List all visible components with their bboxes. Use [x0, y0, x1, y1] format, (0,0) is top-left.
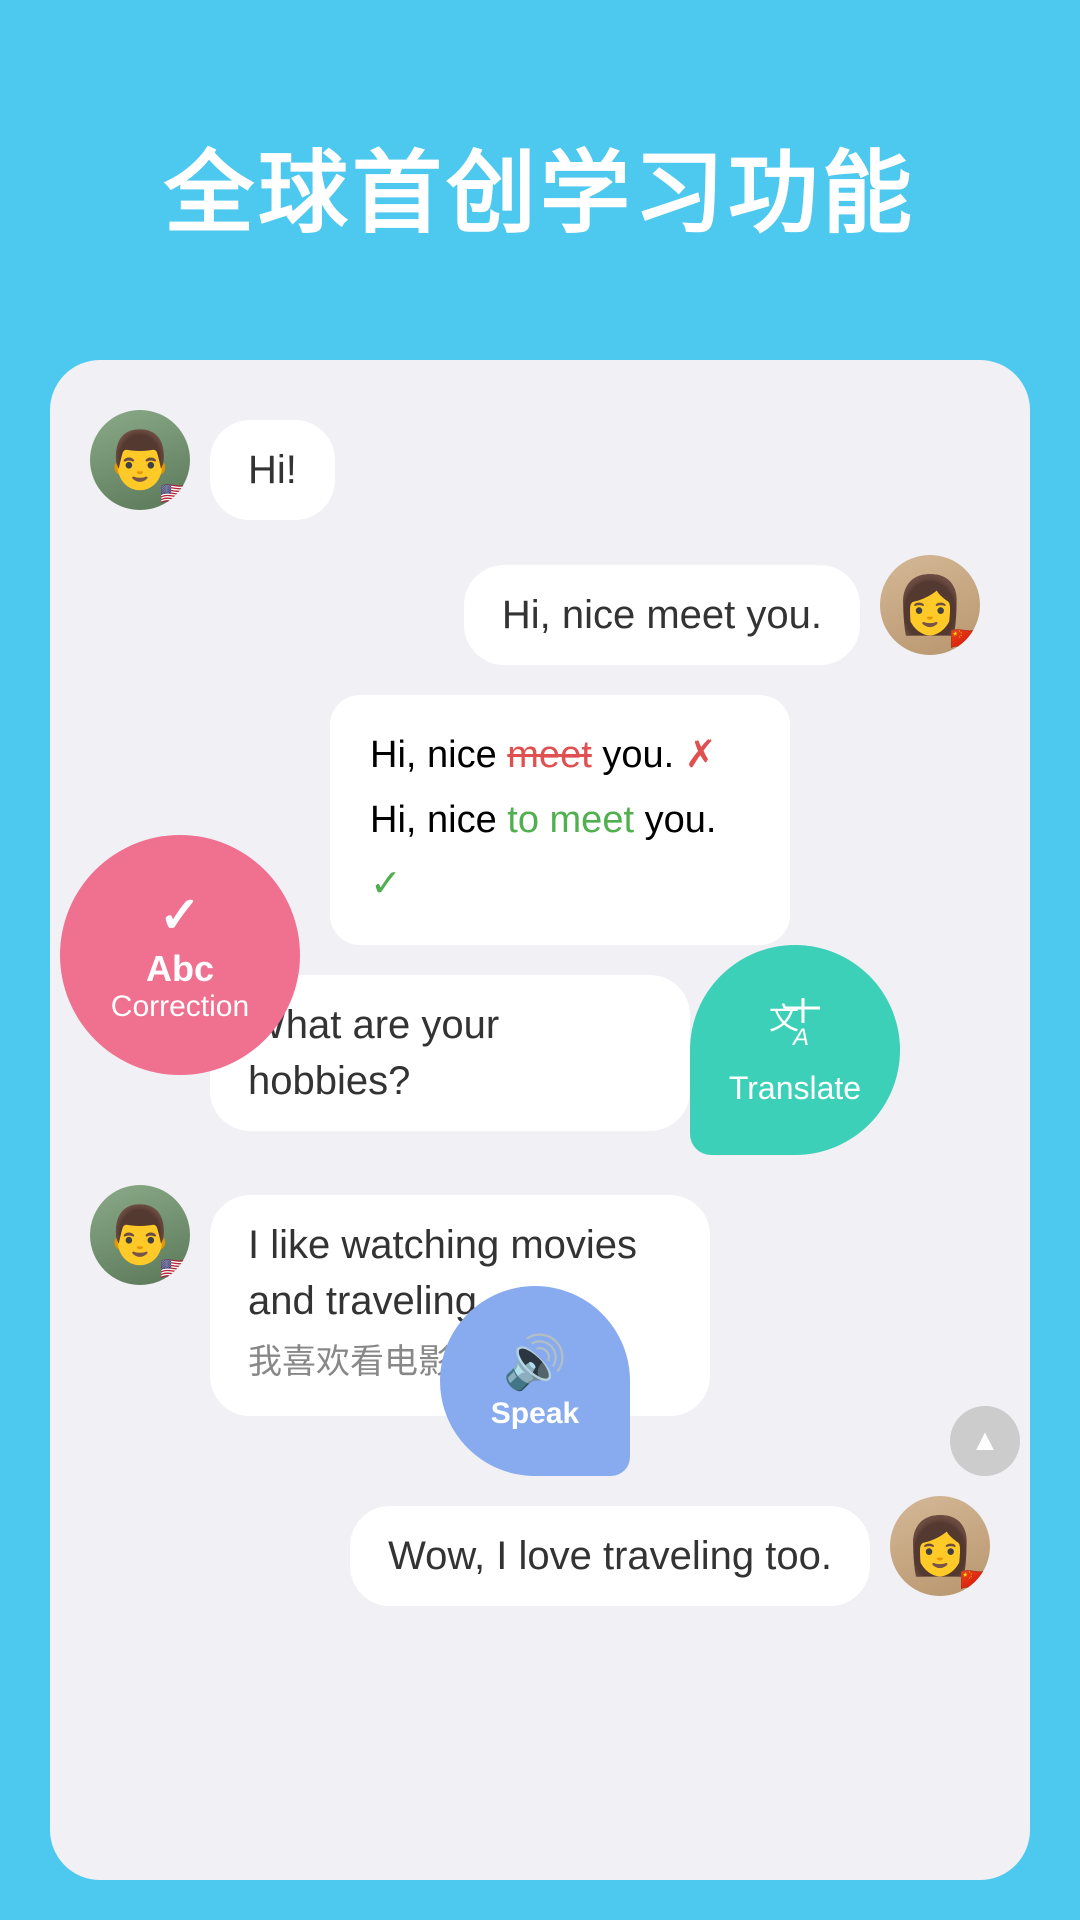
cn-flag-1: 🇨🇳 — [950, 625, 978, 653]
header-section: 全球首创学习功能 — [0, 0, 1080, 250]
chat-row-1: 👨 🇺🇸 Hi! — [90, 410, 990, 520]
speak-button[interactable]: 🔊 Speak — [440, 1286, 630, 1476]
avatar-male-2: 👨 🇺🇸 — [90, 1185, 190, 1285]
correction-box: Hi, nice meet you. ✗ Hi, nice to meet yo… — [330, 695, 790, 945]
avatar-female-2: 👩 🇨🇳 — [890, 1496, 990, 1596]
abc-correction-bubble[interactable]: ✓ Abc Correction — [60, 835, 300, 1075]
bubble-hi: Hi! — [210, 420, 335, 520]
speak-label: Speak — [491, 1397, 579, 1431]
chat-row-2: 👩 🇨🇳 Hi, nice meet you. — [90, 555, 990, 665]
speak-icon: 🔊 — [503, 1332, 568, 1393]
scroll-up-button[interactable]: ▲ — [950, 1406, 1020, 1476]
correct-prefix: Hi, nice — [370, 799, 507, 841]
avatar-female-1: 👩 🇨🇳 — [880, 555, 980, 655]
correction-wrong-line: Hi, nice meet you. ✗ — [370, 723, 750, 788]
chat-card: 👨 🇺🇸 Hi! ✓ Abc Correction 👩 🇨🇳 — [50, 360, 1030, 1880]
us-flag-1: 🇺🇸 — [160, 480, 188, 508]
traveling-row: 👩 🇨🇳 Wow, I love traveling too. — [90, 1496, 990, 1606]
svg-text:A: A — [791, 1024, 809, 1051]
translate-button[interactable]: 文 A Translate — [690, 945, 900, 1155]
correct-suffix: you. — [634, 799, 716, 841]
bubble-nice-meet: Hi, nice meet you. — [464, 565, 860, 665]
response-row: 👨 🇺🇸 I like watching movies and travelin… — [90, 1185, 990, 1417]
bubble-text-hobbies: What are your hobbies? — [248, 1003, 499, 1103]
abc-sublabel: Correction — [111, 990, 249, 1024]
bubble-text-nice-meet: Hi, nice meet you. — [502, 593, 822, 637]
correction-correct-line: Hi, nice to meet you. ✓ — [370, 788, 750, 917]
correction-checkmark: ✓ — [159, 886, 201, 944]
wrong-prefix: Hi, nice — [370, 734, 507, 776]
us-flag-2: 🇺🇸 — [160, 1255, 188, 1283]
wrong-suffix: you. — [592, 734, 674, 776]
abc-label: Abc — [146, 948, 214, 990]
bubble-text-traveling: Wow, I love traveling too. — [388, 1534, 832, 1578]
bubble-text-hi: Hi! — [248, 448, 297, 492]
chat-row-5: 👩 🇨🇳 Wow, I love traveling too. — [90, 1496, 990, 1606]
translate-icon: 文 A — [765, 993, 825, 1066]
avatar-male-1: 👨 🇺🇸 — [90, 410, 190, 510]
x-mark: ✗ — [685, 734, 717, 776]
chevron-up-icon: ▲ — [970, 1424, 1000, 1458]
movies-line1: I like watching movies — [248, 1217, 672, 1273]
translate-label: Translate — [729, 1070, 861, 1107]
bubble-traveling: Wow, I love traveling too. — [350, 1506, 870, 1606]
correct-word: to meet — [507, 799, 634, 841]
page-title: 全球首创学习功能 — [0, 0, 1080, 250]
check-mark: ✓ — [370, 863, 402, 905]
cn-flag-2: 🇨🇳 — [960, 1566, 988, 1594]
wrong-word: meet — [507, 734, 591, 776]
